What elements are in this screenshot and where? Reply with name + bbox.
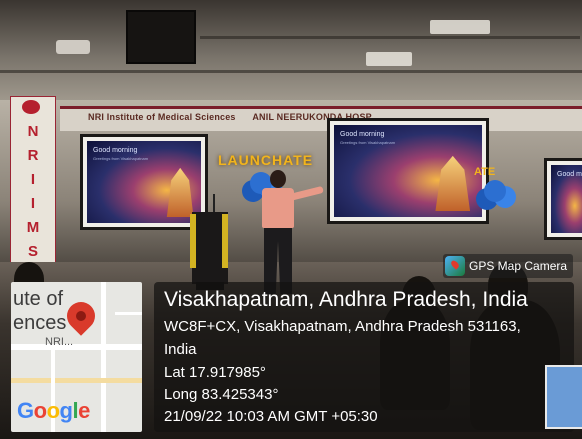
balloons bbox=[484, 180, 506, 202]
launch-sign: LAUNCHATE bbox=[218, 152, 314, 168]
map-thumbnail[interactable]: ute of ences NRI... Google bbox=[11, 282, 142, 432]
slide-title: Good morning bbox=[557, 171, 582, 178]
slide: Good morning bbox=[551, 165, 582, 233]
right-sign: ATE bbox=[474, 166, 496, 178]
google-logo: Google bbox=[17, 398, 90, 423]
ceiling-beam bbox=[200, 36, 580, 39]
map-road bbox=[11, 344, 142, 350]
latitude: Lat 17.917985° bbox=[164, 364, 266, 381]
temple-image bbox=[166, 167, 194, 217]
photo-thumbnail[interactable] bbox=[545, 365, 582, 429]
ceiling-light bbox=[430, 20, 490, 34]
photo: NRI Institute of Medical Sciences ANIL N… bbox=[0, 0, 582, 439]
address-country: India bbox=[164, 341, 197, 358]
map-label: ences bbox=[13, 312, 67, 334]
microphone bbox=[213, 194, 215, 214]
map-label: ute of bbox=[13, 288, 64, 310]
map-road bbox=[101, 282, 106, 432]
projection-screen-left: Good morning Greetings from Visakhapatna… bbox=[80, 134, 208, 230]
location-pin-dot bbox=[76, 311, 86, 321]
map-road bbox=[11, 378, 142, 383]
banner-letter: M bbox=[26, 219, 40, 236]
ceiling-beam bbox=[0, 70, 582, 73]
longitude: Long 83.425343° bbox=[164, 386, 279, 403]
vertical-banner: N R I I M S bbox=[10, 96, 56, 270]
location-title: Visakhapatnam, Andhra Pradesh, India bbox=[164, 288, 528, 311]
banner-letter: N bbox=[27, 123, 39, 140]
gps-map-camera-icon bbox=[445, 256, 465, 276]
slide: Good morning Greetings from Visakhapatna… bbox=[334, 125, 482, 217]
presenter bbox=[254, 170, 324, 300]
podium-trim bbox=[190, 214, 196, 268]
slide-subtitle: Greetings from Visakhapatnam bbox=[93, 156, 149, 161]
gps-map-camera-label: GPS Map Camera bbox=[469, 259, 568, 273]
projection-screen-right: Good morning bbox=[544, 158, 582, 240]
projector bbox=[56, 40, 90, 54]
banner-letter: I bbox=[30, 171, 36, 188]
banner-letter: I bbox=[30, 195, 36, 212]
projection-screen-center: Good morning Greetings from Visakhapatna… bbox=[327, 118, 489, 224]
datetime: 21/09/22 10:03 AM GMT +05:30 bbox=[164, 408, 378, 425]
ceiling-speaker bbox=[126, 10, 196, 64]
map-road bbox=[115, 312, 142, 315]
presenter-head bbox=[270, 170, 286, 188]
ceiling-light bbox=[366, 52, 412, 66]
institute-logo bbox=[22, 100, 40, 114]
banner-letter: R bbox=[27, 147, 39, 164]
slide-title: Good morning bbox=[340, 131, 385, 138]
podium-trim bbox=[222, 214, 228, 268]
address-line: WC8F+CX, Visakhapatnam, Andhra Pradesh 5… bbox=[164, 318, 521, 335]
slide-subtitle: Greetings from Visakhapatnam bbox=[340, 140, 396, 145]
slide: Good morning Greetings from Visakhapatna… bbox=[87, 141, 201, 223]
banner-letter: S bbox=[27, 243, 38, 260]
temple-image bbox=[435, 155, 471, 211]
gps-map-camera-badge: GPS Map Camera bbox=[443, 254, 574, 278]
map-label: NRI... bbox=[45, 336, 74, 348]
slide-title: Good morning bbox=[93, 147, 138, 154]
